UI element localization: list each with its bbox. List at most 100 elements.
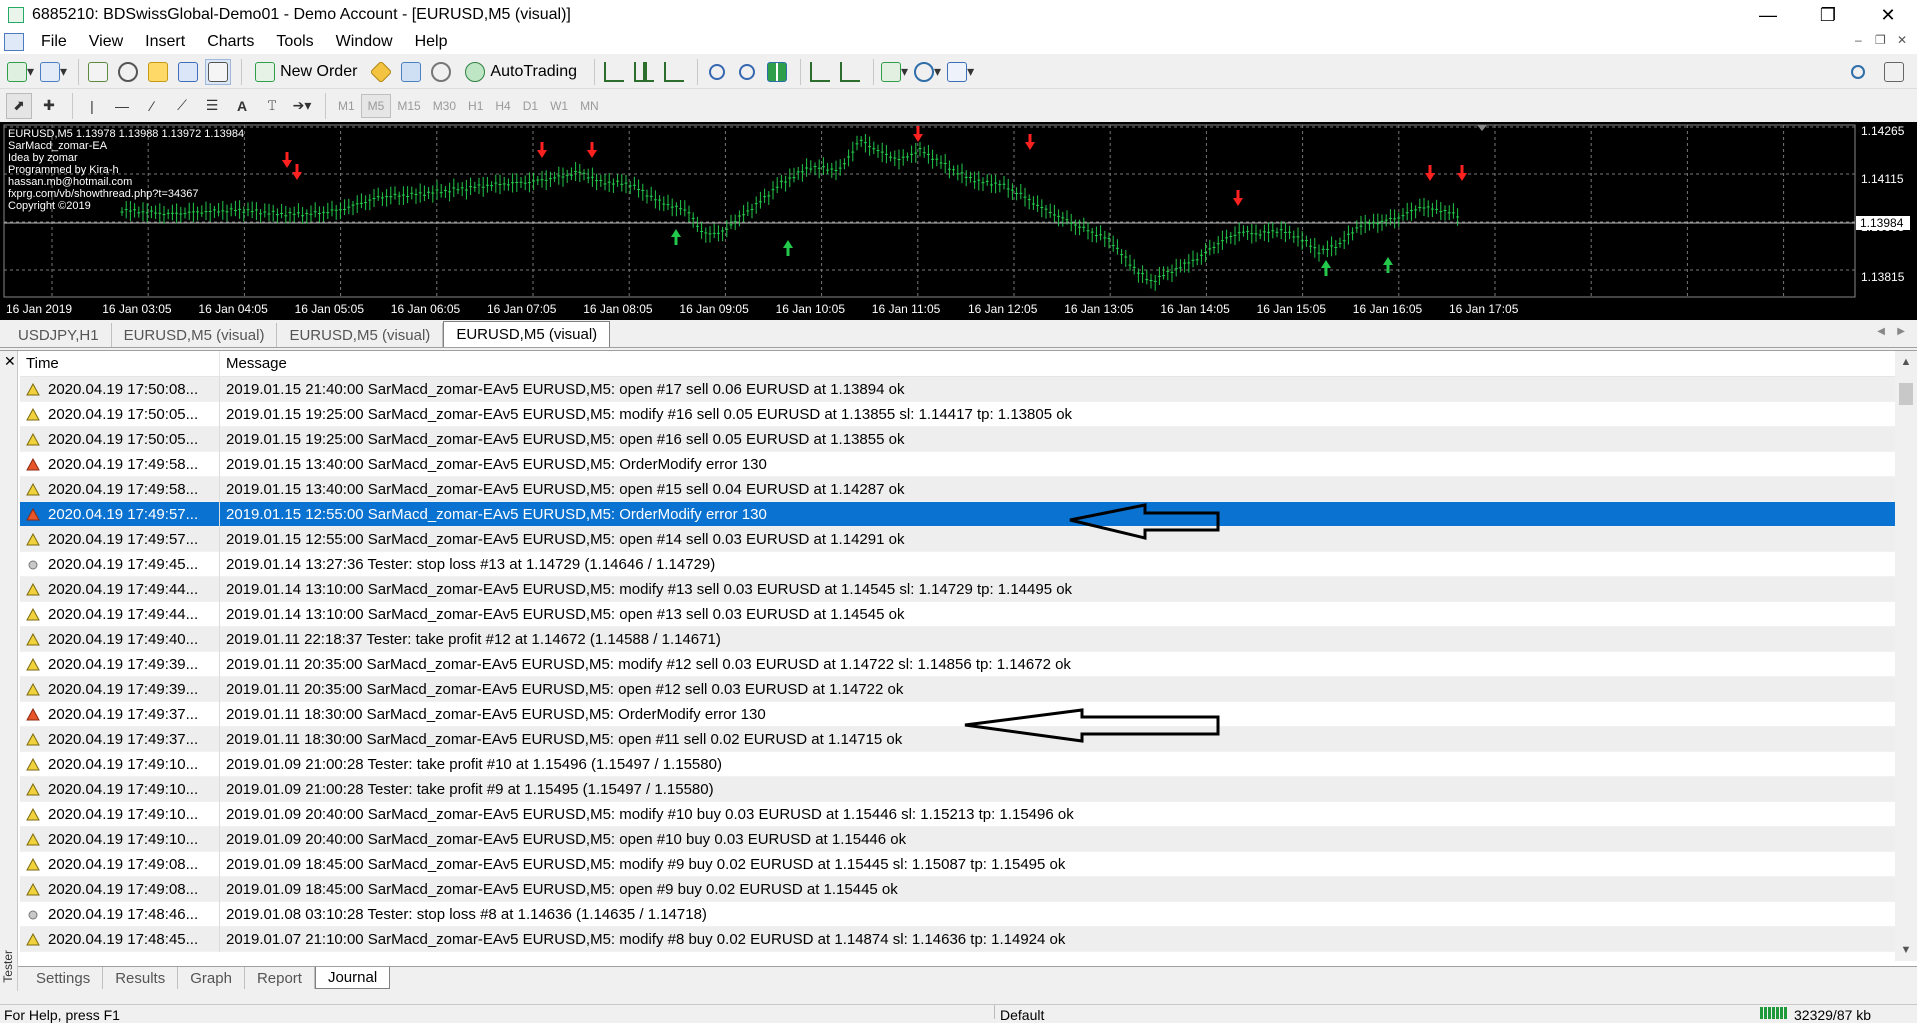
- periods-button[interactable]: ▾: [913, 59, 942, 85]
- tab-results[interactable]: Results: [103, 967, 179, 989]
- journal-row[interactable]: 2020.04.19 17:48:45... 2019.01.07 21:10:0…: [20, 926, 1895, 952]
- close-panel-icon[interactable]: ✕: [4, 353, 16, 370]
- menu-file[interactable]: File: [30, 33, 78, 51]
- journal-row[interactable]: 2020.04.19 17:49:57... 2019.01.15 12:55:0…: [20, 501, 1895, 527]
- close-window-icon[interactable]: ✕: [1865, 0, 1911, 30]
- journal-row[interactable]: 2020.04.19 17:49:08... 2019.01.09 18:45:0…: [20, 876, 1895, 902]
- arrows-button[interactable]: ➔▾: [289, 93, 315, 119]
- autoscroll-button[interactable]: [837, 59, 863, 85]
- menu-charts[interactable]: Charts: [196, 33, 265, 51]
- journal-row[interactable]: 2020.04.19 17:49:10... 2019.01.09 21:00:2…: [20, 776, 1895, 802]
- journal-row[interactable]: 2020.04.19 17:49:58... 2019.01.15 13:40:0…: [20, 476, 1895, 502]
- tab-scroll-right-icon[interactable]: ▶: [1897, 326, 1905, 337]
- journal-row[interactable]: 2020.04.19 17:50:05... 2019.01.15 19:25:0…: [20, 426, 1895, 452]
- column-header-time[interactable]: Time: [20, 351, 220, 377]
- menu-insert[interactable]: Insert: [134, 33, 196, 51]
- period-m30[interactable]: M30: [427, 94, 462, 118]
- journal-row[interactable]: 2020.04.19 17:49:57... 2019.01.15 12:55:0…: [20, 526, 1895, 552]
- journal-row[interactable]: 2020.04.19 17:49:08... 2019.01.09 18:45:0…: [20, 851, 1895, 877]
- crosshair-button[interactable]: ✚: [36, 93, 62, 119]
- text-button[interactable]: A: [229, 93, 255, 119]
- tab-settings[interactable]: Settings: [24, 967, 104, 989]
- fibonacci-button[interactable]: ☰: [199, 93, 225, 119]
- journal-scrollbar[interactable]: ▲ ▼: [1895, 351, 1917, 961]
- journal-row[interactable]: 2020.04.19 17:49:45... 2019.01.14 13:27:3…: [20, 551, 1895, 577]
- profiles-button[interactable]: ▾: [39, 59, 68, 85]
- journal-row[interactable]: 2020.04.19 17:49:39... 2019.01.11 20:35:0…: [20, 651, 1895, 677]
- chart-shift-button[interactable]: [807, 59, 833, 85]
- tab-eurusd-visual-2[interactable]: EURUSD,M5 (visual): [277, 323, 444, 347]
- mdi-close-icon[interactable]: ✕: [1897, 33, 1907, 47]
- cursor-button[interactable]: ⬈: [6, 92, 32, 119]
- text-label-button[interactable]: 𝚃: [259, 93, 285, 119]
- new-chart-button[interactable]: ▾: [6, 59, 35, 85]
- scroll-up-icon[interactable]: ▲: [1895, 351, 1917, 373]
- period-h4[interactable]: H4: [489, 94, 516, 118]
- indicators-button[interactable]: ▾: [880, 59, 909, 85]
- strategy-tester-button[interactable]: [205, 58, 232, 85]
- period-mn[interactable]: MN: [574, 94, 605, 118]
- journal-row[interactable]: 2020.04.19 17:49:10... 2019.01.09 20:40:0…: [20, 826, 1895, 852]
- data-window-button[interactable]: [115, 59, 141, 85]
- line-chart-button[interactable]: [661, 59, 687, 85]
- tile-windows-button[interactable]: [764, 59, 790, 85]
- candlestick-button[interactable]: [631, 59, 657, 85]
- journal-row[interactable]: 2020.04.19 17:49:37... 2019.01.11 18:30:0…: [20, 726, 1895, 752]
- journal-row[interactable]: 2020.04.19 17:50:05... 2019.01.15 19:25:0…: [20, 401, 1895, 427]
- tab-graph[interactable]: Graph: [178, 967, 245, 989]
- scroll-thumb[interactable]: [1899, 383, 1913, 405]
- period-m15[interactable]: M15: [391, 94, 426, 118]
- tab-usdjpy-h1[interactable]: USDJPY,H1: [6, 323, 112, 347]
- zoom-out-button[interactable]: [734, 59, 760, 85]
- period-d1[interactable]: D1: [517, 94, 544, 118]
- tab-report[interactable]: Report: [245, 967, 315, 989]
- search-button[interactable]: [1845, 59, 1871, 85]
- templates-button[interactable]: ▾: [946, 59, 975, 85]
- terminal-button[interactable]: [175, 59, 201, 85]
- journal-row[interactable]: 2020.04.19 17:48:46... 2019.01.08 03:10:2…: [20, 901, 1895, 927]
- market-watch-button[interactable]: [85, 59, 111, 85]
- scroll-down-icon[interactable]: ▼: [1895, 939, 1917, 961]
- chart-canvas[interactable]: 1.142651.141151.139651.138151.1398416 Ja…: [0, 122, 1917, 320]
- journal-row[interactable]: 2020.04.19 17:49:10... 2019.01.09 21:00:2…: [20, 751, 1895, 777]
- menu-help[interactable]: Help: [404, 33, 459, 51]
- bar-chart-button[interactable]: [601, 59, 627, 85]
- market-button[interactable]: [428, 59, 454, 85]
- journal-row[interactable]: 2020.04.19 17:49:44... 2019.01.14 13:10:0…: [20, 576, 1895, 602]
- journal-row[interactable]: 2020.04.19 17:50:08... 2019.01.15 21:40:0…: [20, 376, 1895, 402]
- zoom-in-button[interactable]: [704, 59, 730, 85]
- journal-row[interactable]: 2020.04.19 17:49:39... 2019.01.11 20:35:0…: [20, 676, 1895, 702]
- period-m1[interactable]: M1: [332, 94, 361, 118]
- period-m5[interactable]: M5: [360, 93, 392, 118]
- tab-eurusd-visual-1[interactable]: EURUSD,M5 (visual): [112, 323, 278, 347]
- channel-button[interactable]: ⟋: [169, 93, 195, 119]
- price-chart[interactable]: 1.142651.141151.139651.138151.1398416 Ja…: [0, 122, 1917, 320]
- mdi-minimize-icon[interactable]: –: [1855, 33, 1862, 47]
- menu-window[interactable]: Window: [325, 33, 404, 51]
- journal-row[interactable]: 2020.04.19 17:49:58... 2019.01.15 13:40:0…: [20, 451, 1895, 477]
- mdi-restore-icon[interactable]: ❐: [1875, 33, 1886, 47]
- trendline-button[interactable]: ∕: [139, 93, 165, 119]
- period-h1[interactable]: H1: [462, 94, 489, 118]
- autotrading-button[interactable]: AutoTrading: [458, 59, 584, 85]
- journal-row[interactable]: 2020.04.19 17:49:37... 2019.01.11 18:30:0…: [20, 701, 1895, 727]
- tab-scroll-left-icon[interactable]: ◀: [1877, 326, 1885, 337]
- tab-eurusd-visual-3[interactable]: EURUSD,M5 (visual): [443, 321, 611, 347]
- menu-tools[interactable]: Tools: [265, 33, 324, 51]
- chat-button[interactable]: [1881, 59, 1907, 85]
- horizontal-line-button[interactable]: —: [109, 93, 135, 119]
- journal-row[interactable]: 2020.04.19 17:49:40... 2019.01.11 22:18:3…: [20, 626, 1895, 652]
- column-header-message[interactable]: Message: [220, 355, 287, 372]
- signals-button[interactable]: [398, 59, 424, 85]
- vertical-line-button[interactable]: |: [79, 93, 105, 119]
- journal-row[interactable]: 2020.04.19 17:49:10... 2019.01.09 20:40:0…: [20, 801, 1895, 827]
- new-order-button[interactable]: New Order: [248, 59, 364, 85]
- chart-window-icon[interactable]: [4, 33, 24, 51]
- menu-view[interactable]: View: [78, 33, 134, 51]
- navigator-button[interactable]: [145, 59, 171, 85]
- period-w1[interactable]: W1: [544, 94, 574, 118]
- restore-icon[interactable]: ❐: [1805, 0, 1851, 30]
- minimize-icon[interactable]: —: [1745, 0, 1791, 30]
- metaeditor-button[interactable]: [368, 59, 394, 85]
- tab-journal[interactable]: Journal: [314, 967, 391, 989]
